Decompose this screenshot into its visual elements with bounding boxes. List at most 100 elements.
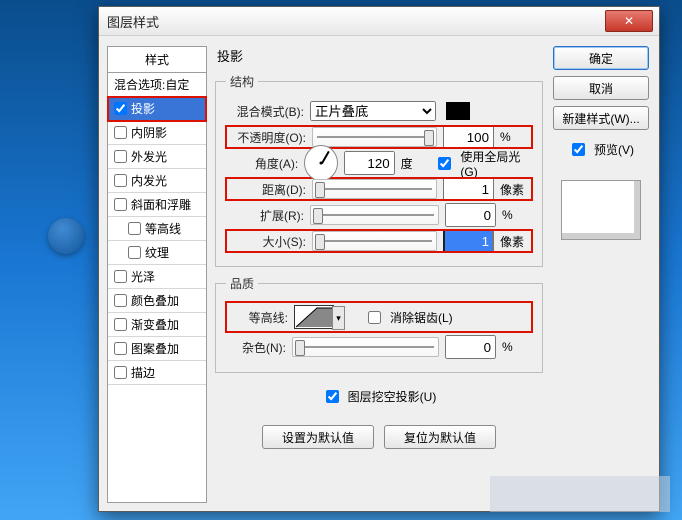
global-light-label: 使用全局光(G): [460, 148, 532, 179]
opacity-row: 不透明度(O): %: [226, 126, 532, 148]
desktop-glass-orb: [48, 218, 84, 254]
global-light-checkbox[interactable]: [438, 157, 451, 170]
spread-input[interactable]: [445, 203, 496, 227]
noise-input[interactable]: [445, 335, 496, 359]
blend-mode-row: 混合模式(B): 正片叠底: [226, 100, 532, 122]
noise-label: 杂色(N):: [226, 339, 286, 356]
sidebar-item-satin[interactable]: 光泽: [108, 265, 206, 289]
sidebar-item-pattern-overlay[interactable]: 图案叠加: [108, 337, 206, 361]
sidebar-check-bevel[interactable]: [114, 198, 127, 211]
default-buttons-row: 设置为默认值 复位为默认值: [215, 425, 543, 449]
preview-label: 预览(V): [594, 141, 634, 158]
angle-label: 角度(A):: [226, 155, 298, 172]
spread-slider[interactable]: [310, 205, 439, 225]
ok-button[interactable]: 确定: [553, 46, 649, 70]
sidebar-check-outer-glow[interactable]: [114, 150, 127, 163]
layer-style-dialog: 图层样式 ✕ 样式 混合选项:自定 投影 内阴影 外发光: [98, 6, 660, 512]
sidebar-check-contour[interactable]: [128, 222, 141, 235]
sidebar-item-stroke[interactable]: 描边: [108, 361, 206, 385]
spread-label: 扩展(R):: [226, 207, 304, 224]
new-style-button[interactable]: 新建样式(W)...: [553, 106, 649, 130]
blend-mode-select[interactable]: 正片叠底: [310, 101, 436, 121]
distance-slider[interactable]: [312, 179, 437, 199]
distance-row: 距离(D): 像素: [226, 178, 532, 200]
knockout-row: 图层挖空投影(U): [215, 385, 543, 407]
sidebar-check-texture[interactable]: [128, 246, 141, 259]
reset-default-button[interactable]: 复位为默认值: [384, 425, 496, 449]
opacity-input[interactable]: [443, 125, 494, 149]
sidebar-item-label: 光泽: [131, 268, 155, 285]
sidebar-item-gradient-overlay[interactable]: 渐变叠加: [108, 313, 206, 337]
sidebar-check-satin[interactable]: [114, 270, 127, 283]
contour-picker[interactable]: ▾: [294, 305, 334, 329]
sidebar-item-inner-glow[interactable]: 内发光: [108, 169, 206, 193]
quality-legend: 品质: [226, 275, 258, 292]
size-input[interactable]: [443, 229, 494, 253]
opacity-unit: %: [500, 130, 530, 144]
sidebar-check-inner-glow[interactable]: [114, 174, 127, 187]
sidebar-item-drop-shadow[interactable]: 投影: [108, 97, 206, 121]
sidebar-item-inner-shadow[interactable]: 内阴影: [108, 121, 206, 145]
sidebar-item-label: 斜面和浮雕: [131, 196, 191, 213]
shadow-color-swatch[interactable]: [446, 102, 470, 120]
sidebar-item-label: 图案叠加: [131, 340, 179, 357]
sidebar-item-color-overlay[interactable]: 颜色叠加: [108, 289, 206, 313]
sidebar-item-outer-glow[interactable]: 外发光: [108, 145, 206, 169]
sidebar-check-gradient-overlay[interactable]: [114, 318, 127, 331]
distance-input[interactable]: [443, 177, 494, 201]
opacity-label: 不透明度(O):: [228, 129, 306, 146]
opacity-slider[interactable]: [312, 127, 437, 147]
right-column: 确定 取消 新建样式(W)... 预览(V): [551, 46, 651, 503]
angle-dial[interactable]: [304, 145, 337, 181]
sidebar-item-contour[interactable]: 等高线: [108, 217, 206, 241]
sidebar-check-pattern-overlay[interactable]: [114, 342, 127, 355]
style-list: 样式 混合选项:自定 投影 内阴影 外发光 内发光 斜面和: [107, 46, 207, 503]
spread-row: 扩展(R): %: [226, 204, 532, 226]
panel-title: 投影: [215, 46, 543, 65]
sidebar-check-color-overlay[interactable]: [114, 294, 127, 307]
sidebar-item-label: 渐变叠加: [131, 316, 179, 333]
angle-unit: 度: [401, 155, 429, 172]
preview-checkbox[interactable]: [572, 143, 585, 156]
sidebar-item-label: 混合选项:自定: [114, 76, 189, 93]
sidebar-check-drop-shadow[interactable]: [114, 102, 127, 115]
sidebar-item-bevel[interactable]: 斜面和浮雕: [108, 193, 206, 217]
quality-group: 品质 等高线: ▾ 消除锯齿(L) 杂色(N):: [215, 275, 543, 373]
size-slider[interactable]: [312, 231, 437, 251]
sidebar-item-blend-default[interactable]: 混合选项:自定: [108, 73, 206, 97]
noise-slider[interactable]: [292, 337, 439, 357]
sidebar-item-label: 纹理: [145, 244, 169, 261]
size-label: 大小(S):: [228, 233, 306, 250]
window-title: 图层样式: [107, 12, 159, 31]
angle-input[interactable]: [344, 151, 395, 175]
sidebar-item-label: 描边: [131, 364, 155, 381]
main-panel: 投影 结构 混合模式(B): 正片叠底 不透明度(O): %: [215, 46, 543, 503]
noise-row: 杂色(N): %: [226, 336, 532, 358]
close-button[interactable]: ✕: [605, 10, 653, 32]
sidebar-item-label: 颜色叠加: [131, 292, 179, 309]
sidebar-item-texture[interactable]: 纹理: [108, 241, 206, 265]
sidebar-check-inner-shadow[interactable]: [114, 126, 127, 139]
knockout-label: 图层挖空投影(U): [348, 388, 437, 405]
chevron-down-icon[interactable]: ▾: [332, 306, 345, 330]
cancel-button[interactable]: 取消: [553, 76, 649, 100]
set-default-button[interactable]: 设置为默认值: [262, 425, 374, 449]
preview-toggle-row: 预览(V): [568, 138, 634, 160]
contour-label: 等高线:: [228, 309, 288, 326]
contour-row: 等高线: ▾ 消除锯齿(L): [226, 302, 532, 332]
knockout-checkbox[interactable]: [326, 390, 339, 403]
sidebar-item-label: 外发光: [131, 148, 167, 165]
distance-unit: 像素: [500, 181, 530, 198]
sidebar-item-label: 内发光: [131, 172, 167, 189]
blend-mode-label: 混合模式(B):: [226, 103, 304, 120]
size-unit: 像素: [500, 233, 530, 250]
spread-unit: %: [502, 208, 532, 222]
distance-label: 距离(D):: [228, 181, 306, 198]
antialias-checkbox[interactable]: [368, 311, 381, 324]
sidebar-item-label: 等高线: [145, 220, 181, 237]
titlebar: 图层样式 ✕: [99, 7, 659, 36]
sidebar-item-label: 内阴影: [131, 124, 167, 141]
structure-group: 结构 混合模式(B): 正片叠底 不透明度(O): %: [215, 73, 543, 267]
noise-unit: %: [502, 340, 532, 354]
sidebar-check-stroke[interactable]: [114, 366, 127, 379]
